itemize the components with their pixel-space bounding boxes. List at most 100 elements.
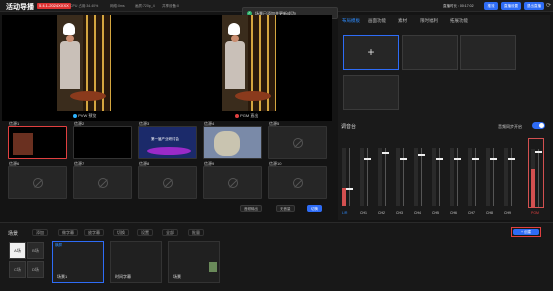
pvw-monitor[interactable] [57,15,111,111]
mixer-channel[interactable] [340,138,356,208]
no-source-icon [163,178,173,188]
channel-label: CH9 [504,211,512,215]
channel-label: CH2 [378,211,386,215]
layout-card[interactable] [460,35,516,70]
source-label: 信源8 [139,161,150,166]
mixer-channel[interactable] [376,138,392,208]
mixer-channel[interactable] [394,138,410,208]
layout-card[interactable] [343,75,399,110]
add-layout-button[interactable]: + [343,35,399,70]
share-stat: 共享设备:0 [162,4,179,8]
mixer-channel[interactable] [430,138,446,208]
scene-card[interactable]: 横屏 场景1 [52,241,104,283]
source-tile-4[interactable] [203,126,262,159]
slide-title: 第一届产业研讨会 [151,137,179,141]
scene-card-title: 场景1 [57,274,68,279]
photo-graphic [214,131,240,156]
mixer-channel[interactable] [466,138,482,208]
scene-tool[interactable]: 批量 [188,229,204,236]
scene-tool[interactable]: 做字幕 [58,229,78,236]
source-tile-10[interactable] [268,166,327,199]
mixer-channel-pgm[interactable] [528,138,544,208]
source-label: 信源3 [139,121,150,126]
refresh-icon[interactable]: ⟳ [545,2,552,10]
source-label: 信源2 [74,121,85,126]
source-label: 信源10 [269,161,282,166]
channel-label: CH1 [360,211,368,215]
source-tile-1[interactable] [8,126,67,159]
source-tile-5[interactable] [268,126,327,159]
channel-label: CH7 [468,211,476,215]
no-source-icon [293,178,303,188]
volume-select[interactable]: 无音量 [276,205,295,212]
tab-screen[interactable]: 画面功能 [368,18,386,24]
source-tile-2[interactable] [73,126,132,159]
scene-tool[interactable]: 设置 [137,229,153,236]
scene-b[interactable]: B场 [27,242,44,259]
start-stream-button[interactable]: 推流 [484,2,498,10]
pgm-monitor[interactable] [222,15,276,111]
scene-card[interactable]: 时间字幕 [110,241,162,283]
exit-live-button[interactable]: 退出直播 [524,2,544,10]
scene-card[interactable]: 场景 [168,241,220,283]
source-thumb [13,133,33,155]
audio-monitor-label: 音频同步开启 [498,124,522,129]
create-highlight: + 创建 [511,227,541,237]
source-label: 信源4 [204,121,215,126]
scene-a[interactable]: A场 [9,242,26,259]
no-source-icon [293,138,303,148]
tab-material[interactable]: 素材 [398,18,407,24]
source-label: 信源6 [9,161,20,166]
channel-label: CH8 [486,211,494,215]
tab-welfare[interactable]: 限时福利 [420,18,438,24]
tab-extension[interactable]: 拓展功能 [450,18,468,24]
source-label: 信源9 [204,161,215,166]
live-settings-button[interactable]: 直播设置 [501,2,521,10]
audio-monitor-toggle[interactable] [532,122,545,129]
slide-graphic [147,147,191,155]
source-tile-3[interactable]: 第一届产业研讨会 [138,126,197,159]
scene-tool[interactable]: 放字幕 [84,229,104,236]
tab-layout[interactable]: 布局模板 [342,18,360,24]
mixer-channel[interactable] [502,138,518,208]
scene-title: 场景 [8,231,19,237]
network-stat: 网络:0ms [110,4,125,8]
scene-tool[interactable]: 全部 [162,229,178,236]
preview-area [2,15,332,121]
quality-stat: 画质:720p_4 [135,4,155,8]
layout-card[interactable] [402,35,458,70]
channel-label: CH5 [432,211,440,215]
mixer-channel[interactable] [448,138,464,208]
cpu-stat: CPU 占用:34.40% [70,4,99,8]
cut-button[interactable]: 切换 [307,205,322,212]
source-tile-8[interactable] [138,166,197,199]
source-tile-6[interactable] [8,166,67,199]
channel-label: CH4 [414,211,422,215]
channel-label: CH6 [450,211,458,215]
scene-card-title: 场景 [173,274,181,279]
channel-label: PGM [531,211,539,215]
scene-c[interactable]: C场 [9,261,26,278]
mixer-channel[interactable] [358,138,374,208]
source-label: 信源5 [269,121,280,126]
version-badge: 5.4.1-2024XXXX [37,3,71,9]
channel-label: L/R [342,211,348,215]
scene-d[interactable]: D场 [27,261,44,278]
no-source-icon [98,178,108,188]
mixer-channel[interactable] [412,138,428,208]
audio-output-select[interactable]: 音频输出 [240,205,262,212]
mixer-channel[interactable] [484,138,500,208]
channel-label: CH3 [396,211,404,215]
scene-tool[interactable]: 切换 [113,229,129,236]
scene-tool[interactable]: 添加 [32,229,48,236]
source-tile-7[interactable] [73,166,132,199]
scene-card-sub: 横屏 [55,243,62,247]
live-timer: 直播时长 : 00:17:02 [443,4,474,8]
no-source-icon [228,178,238,188]
no-source-icon [33,178,43,188]
source-label: 信源1 [9,121,20,126]
scene-card-title: 时间字幕 [115,274,131,279]
source-tile-9[interactable] [203,166,262,199]
create-scene-button[interactable]: + 创建 [513,229,539,235]
app-title: 活动导播 [6,4,34,11]
